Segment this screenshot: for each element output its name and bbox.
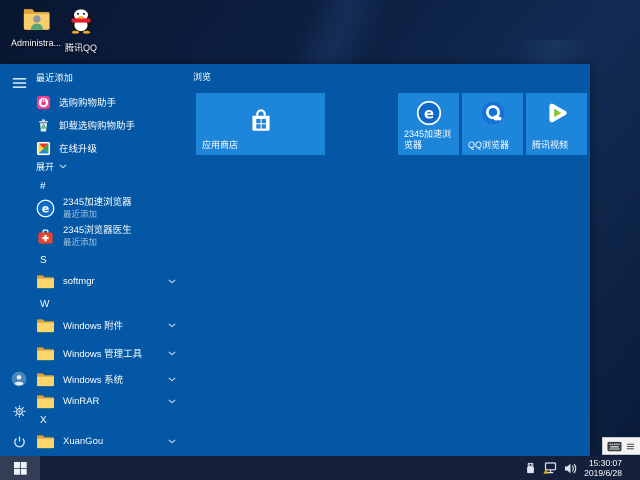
settings-button[interactable] [8, 400, 30, 422]
taskbar: 15:30:07 2019/6/28 [0, 456, 640, 480]
hamburger-icon [12, 77, 27, 89]
menu-hamburger-button[interactable] [8, 72, 30, 94]
volume-tray-icon[interactable] [564, 463, 577, 474]
store-bag-icon [246, 105, 276, 135]
app-item-2345-browser[interactable]: e 2345加速浏览器 最近添加 [36, 195, 186, 221]
admin-folder-icon [22, 6, 50, 36]
desktop-icon-tencent-qq[interactable]: 腾讯QQ [58, 6, 104, 54]
power-button[interactable] [8, 430, 30, 452]
app-item-online-upgrade[interactable]: 在线升级 [36, 137, 186, 159]
chevron-down-icon[interactable] [168, 351, 176, 356]
expand-button[interactable]: 展开 [36, 160, 67, 173]
tile-app-store[interactable]: 应用商店 [196, 93, 325, 155]
network-tray-icon[interactable] [543, 462, 557, 474]
app-item-label: 在线升级 [59, 141, 97, 155]
qq-browser-icon [480, 100, 506, 126]
chevron-down-icon[interactable] [168, 377, 176, 382]
folder-item-xuangou[interactable]: XuanGou [36, 428, 186, 454]
power-icon [12, 434, 27, 449]
folder-item-label: Windows 系统 [63, 372, 123, 386]
folder-item-label: XuanGou [63, 436, 103, 447]
taskbar-clock[interactable]: 15:30:07 2019/6/28 [584, 458, 622, 478]
tile-label: 腾讯视频 [532, 140, 583, 151]
app-item-subtitle: 最近添加 [63, 209, 132, 219]
tile-label: 2345加速浏览器 [404, 129, 455, 151]
ime-menu-icon[interactable] [626, 442, 635, 451]
expand-label: 展开 [36, 160, 54, 173]
shopping-assistant-icon [36, 95, 51, 110]
folder-item-softmgr[interactable]: softmgr [36, 268, 186, 294]
section-letter-hash[interactable]: # [40, 181, 64, 195]
app-item-shopping-assistant[interactable]: 选购购物助手 [36, 91, 186, 113]
folder-item-label: Windows 管理工具 [63, 346, 142, 360]
folder-icon [36, 394, 55, 409]
settings-gear-icon [12, 404, 27, 419]
desktop-icon-label: Administra... [11, 38, 61, 48]
folder-icon [36, 274, 55, 289]
tencent-video-icon [544, 100, 570, 126]
tile-label: QQ浏览器 [468, 140, 519, 151]
app-item-uninstall-assistant[interactable]: 卸载选购购物助手 [36, 114, 186, 136]
app-item-browser-doctor[interactable]: 2345浏览器医生 最近添加 [36, 223, 186, 249]
clock-date: 2019/6/28 [584, 468, 622, 478]
folder-icon [36, 372, 55, 387]
svg-text:e: e [42, 202, 50, 215]
app-item-label: 选购购物助手 [59, 95, 116, 109]
ime-keyboard-icon [607, 441, 622, 452]
chevron-down-icon[interactable] [168, 279, 176, 284]
app-item-subtitle: 最近添加 [63, 237, 132, 247]
ime-toolbar[interactable] [602, 437, 640, 455]
clock-time: 15:30:07 [584, 458, 622, 468]
2345-browser-icon: e [36, 199, 55, 218]
start-button[interactable] [0, 456, 40, 480]
2345-browser-icon: e [416, 100, 442, 126]
start-menu: 最近添加 选购购物助手 卸载选购购物助 [0, 64, 590, 456]
folder-icon [36, 434, 55, 449]
tile-qq-browser[interactable]: QQ浏览器 [462, 93, 523, 155]
section-letter-w[interactable]: W [40, 299, 64, 313]
folder-icon [36, 346, 55, 361]
tile-tencent-video[interactable]: 腾讯视频 [526, 93, 587, 155]
desktop-wallpaper: Administra... 腾讯QQ [0, 0, 640, 480]
folder-item-winrar[interactable]: WinRAR [36, 388, 186, 414]
usb-tray-icon[interactable] [525, 462, 536, 475]
online-upgrade-icon [36, 141, 51, 156]
user-avatar-icon [11, 371, 27, 387]
folder-icon [36, 318, 55, 333]
recent-added-header: 最近添加 [36, 71, 73, 84]
chevron-down-icon[interactable] [168, 439, 176, 444]
folder-item-label: Windows 附件 [63, 318, 123, 332]
tile-label: 应用商店 [202, 140, 321, 151]
app-item-label: 2345浏览器医生 [63, 225, 132, 236]
section-letter-s[interactable]: S [40, 255, 64, 269]
user-account-button[interactable] [8, 368, 30, 390]
section-letter-x[interactable]: X [40, 415, 64, 429]
browser-doctor-icon [36, 227, 55, 246]
folder-item-label: softmgr [63, 276, 95, 287]
app-item-label: 2345加速浏览器 [63, 197, 132, 208]
folder-item-label: WinRAR [63, 396, 99, 407]
desktop-icon-administrator[interactable]: Administra... [8, 6, 64, 48]
windows-logo-icon [14, 462, 27, 475]
folder-item-windows-admin-tools[interactable]: Windows 管理工具 [36, 340, 186, 366]
app-item-label: 卸载选购购物助手 [59, 118, 135, 132]
desktop-icon-label: 腾讯QQ [65, 41, 97, 54]
svg-text:e: e [423, 104, 433, 122]
qq-penguin-icon [68, 6, 94, 39]
uninstall-trash-icon [36, 118, 51, 133]
folder-item-windows-accessories[interactable]: Windows 附件 [36, 312, 186, 338]
chevron-down-icon [59, 164, 67, 169]
chevron-down-icon[interactable] [168, 323, 176, 328]
chevron-down-icon[interactable] [168, 399, 176, 404]
tile-group-header: 浏览 [193, 70, 211, 83]
tile-2345-browser[interactable]: e 2345加速浏览器 [398, 93, 459, 155]
